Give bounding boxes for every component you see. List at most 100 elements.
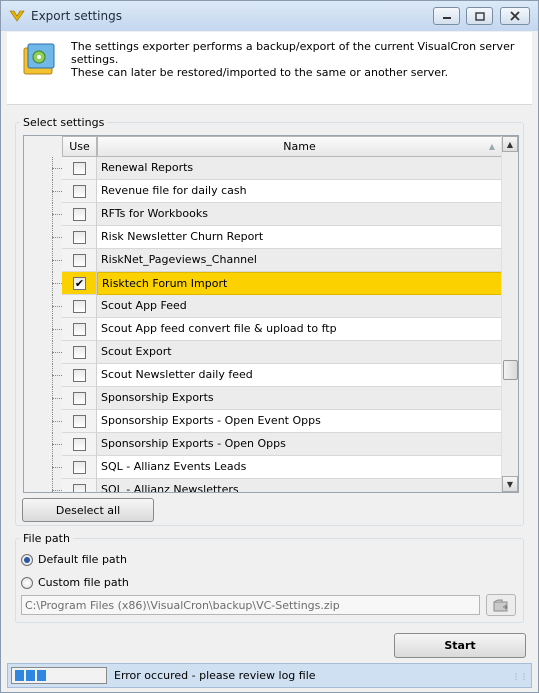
use-checkbox[interactable]: [73, 415, 86, 428]
use-cell: [62, 456, 97, 479]
description-line-1: The settings exporter performs a backup/…: [71, 40, 515, 66]
deselect-all-button[interactable]: Deselect all: [22, 498, 154, 522]
description-header: The settings exporter performs a backup/…: [7, 32, 532, 105]
use-checkbox[interactable]: [73, 323, 86, 336]
list-item[interactable]: Revenue file for daily cash: [24, 180, 502, 203]
minimize-icon: [442, 17, 451, 19]
setting-name[interactable]: RFTs for Workbooks: [97, 203, 502, 226]
use-cell: [62, 341, 97, 364]
arrow-down-icon: ▼: [506, 479, 514, 489]
setting-name[interactable]: Risktech Forum Import: [97, 272, 502, 295]
use-cell: [62, 410, 97, 433]
description-line-2: These can later be restored/imported to …: [71, 66, 449, 79]
list-item[interactable]: Sponsorship Exports - Open Opps: [24, 433, 502, 456]
window-title: Export settings: [31, 9, 122, 23]
tree-connector: [52, 352, 62, 353]
use-checkbox[interactable]: [73, 185, 86, 198]
list-item[interactable]: Renewal Reports: [24, 157, 502, 180]
list-item[interactable]: Risk Newsletter Churn Report: [24, 226, 502, 249]
setting-name[interactable]: Sponsorship Exports - Open Opps: [97, 433, 502, 456]
list-item[interactable]: SQL - Allianz Newsletters: [24, 479, 502, 492]
default-path-radio[interactable]: Default file path: [21, 553, 127, 566]
progress-block: [26, 670, 35, 681]
scroll-down-button[interactable]: ▼: [502, 476, 518, 492]
use-column-header[interactable]: Use: [62, 136, 97, 157]
setting-name[interactable]: Renewal Reports: [97, 157, 502, 180]
use-checkbox[interactable]: [73, 438, 86, 451]
use-cell: [62, 249, 97, 272]
settings-list[interactable]: Use Name ▲ Renewal Reports Revenue file f…: [23, 135, 519, 493]
setting-name[interactable]: RiskNet_Pageviews_Channel: [97, 249, 502, 272]
arrow-up-icon: ▲: [506, 139, 514, 149]
list-item[interactable]: Scout App Feed: [24, 295, 502, 318]
checkmark-icon: ✔: [74, 277, 85, 290]
minimize-button[interactable]: [433, 7, 460, 25]
use-checkbox[interactable]: [73, 369, 86, 382]
select-settings-label: Select settings: [20, 116, 108, 129]
custom-path-radio[interactable]: Custom file path: [21, 576, 129, 589]
list-item[interactable]: Scout App feed convert file & upload to …: [24, 318, 502, 341]
list-item[interactable]: Sponsorship Exports - Open Event Opps: [24, 410, 502, 433]
visualcron-logo-icon: [9, 10, 25, 22]
setting-name[interactable]: Scout Newsletter daily feed: [97, 364, 502, 387]
setting-name[interactable]: Scout App Feed: [97, 295, 502, 318]
vertical-scrollbar[interactable]: ▲ ▼: [501, 136, 518, 492]
tree-connector: [52, 398, 62, 399]
settings-rows: Renewal Reports Revenue file for daily ca…: [24, 157, 502, 492]
browse-button[interactable]: [486, 594, 516, 616]
title-bar[interactable]: Export settings: [1, 1, 538, 31]
default-path-label: Default file path: [38, 553, 127, 566]
tree-connector: [52, 490, 62, 491]
close-button[interactable]: [500, 7, 530, 25]
use-cell: [62, 364, 97, 387]
scroll-up-button[interactable]: ▲: [502, 136, 518, 152]
use-checkbox[interactable]: ✔: [73, 277, 86, 290]
setting-name[interactable]: Sponsorship Exports - Open Event Opps: [97, 410, 502, 433]
use-checkbox[interactable]: [73, 484, 86, 492]
name-column-header[interactable]: Name ▲: [97, 136, 502, 157]
use-checkbox[interactable]: [73, 208, 86, 221]
list-item[interactable]: Sponsorship Exports: [24, 387, 502, 410]
use-checkbox[interactable]: [73, 162, 86, 175]
setting-name[interactable]: Scout Export: [97, 341, 502, 364]
tree-connector: [52, 283, 62, 284]
list-item[interactable]: ✔ Risktech Forum Import: [24, 272, 502, 295]
tree-connector: [52, 191, 62, 192]
tree-connector: [52, 467, 62, 468]
resize-grip-icon[interactable]: ⋮⋮: [512, 672, 528, 681]
progress-block: [15, 670, 24, 681]
tree-connector: [52, 329, 62, 330]
setting-name[interactable]: Scout App feed convert file & upload to …: [97, 318, 502, 341]
setting-name[interactable]: SQL - Allianz Events Leads: [97, 456, 502, 479]
use-checkbox[interactable]: [73, 231, 86, 244]
setting-name[interactable]: Risk Newsletter Churn Report: [97, 226, 502, 249]
setting-name[interactable]: Sponsorship Exports: [97, 387, 502, 410]
use-cell: [62, 226, 97, 249]
setting-name[interactable]: SQL - Allianz Newsletters: [97, 479, 502, 492]
use-cell: [62, 295, 97, 318]
use-checkbox[interactable]: [73, 461, 86, 474]
list-item[interactable]: SQL - Allianz Events Leads: [24, 456, 502, 479]
progress-bar: [11, 667, 107, 684]
status-bar: Error occured - please review log file ⋮…: [7, 663, 532, 688]
setting-name[interactable]: Revenue file for daily cash: [97, 180, 502, 203]
file-path-label: File path: [20, 532, 73, 545]
tree-connector: [52, 375, 62, 376]
sort-icon: ▲: [488, 142, 495, 151]
scroll-thumb[interactable]: [503, 360, 518, 380]
use-cell: [62, 479, 97, 492]
use-checkbox[interactable]: [73, 300, 86, 313]
start-button[interactable]: Start: [394, 633, 526, 658]
radio-unselected-icon: [21, 576, 33, 589]
tree-connector: [52, 214, 62, 215]
file-path-input[interactable]: [21, 595, 480, 615]
use-checkbox[interactable]: [73, 254, 86, 267]
radio-selected-icon: [21, 553, 33, 566]
list-item[interactable]: Scout Export: [24, 341, 502, 364]
use-checkbox[interactable]: [73, 346, 86, 359]
list-item[interactable]: Scout Newsletter daily feed: [24, 364, 502, 387]
use-checkbox[interactable]: [73, 392, 86, 405]
list-item[interactable]: RiskNet_Pageviews_Channel: [24, 249, 502, 272]
list-item[interactable]: RFTs for Workbooks: [24, 203, 502, 226]
maximize-button[interactable]: [466, 7, 493, 25]
